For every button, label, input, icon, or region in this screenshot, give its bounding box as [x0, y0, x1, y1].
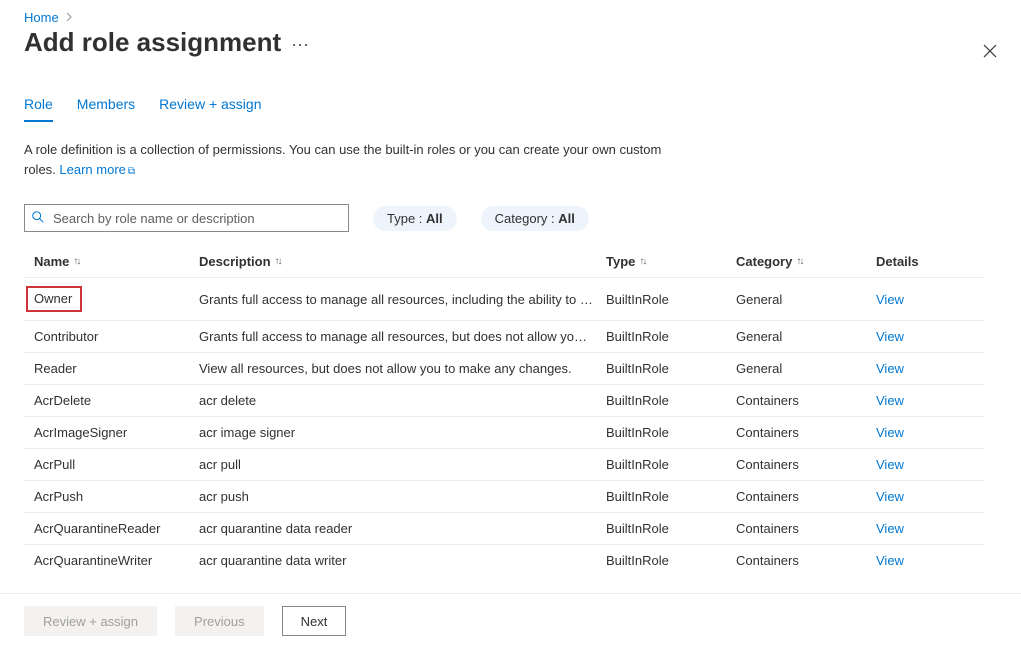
tabs: Role Members Review + assign [24, 90, 1017, 122]
role-description-cell: View all resources, but does not allow y… [199, 361, 606, 376]
role-type-cell: BuiltInRole [606, 292, 736, 307]
role-description-cell: acr pull [199, 457, 606, 472]
role-category-cell: General [736, 292, 876, 307]
breadcrumb: Home [24, 10, 997, 25]
table-row[interactable]: ContributorGrants full access to manage … [24, 320, 984, 352]
role-name-cell: AcrDelete [34, 393, 199, 408]
type-filter-pill[interactable]: Type : All [373, 206, 457, 231]
role-category-cell: Containers [736, 521, 876, 536]
sort-icon: ↑↓ [639, 256, 645, 267]
external-link-icon: ⧉ [128, 166, 135, 177]
role-category-cell: Containers [736, 393, 876, 408]
column-header-category[interactable]: Category↑↓ [736, 254, 876, 269]
role-category-cell: Containers [736, 489, 876, 504]
more-actions-icon[interactable]: ⋯ [291, 29, 310, 56]
sort-icon: ↑↓ [275, 256, 281, 267]
column-header-details: Details [876, 254, 976, 269]
table-row[interactable]: AcrQuarantineWriteracr quarantine data w… [24, 544, 984, 576]
table-row[interactable]: AcrPushacr pushBuiltInRoleContainersView [24, 480, 984, 512]
category-filter-pill[interactable]: Category : All [481, 206, 589, 231]
horizontal-scrollbar[interactable] [0, 648, 1021, 664]
search-input-wrapper [24, 204, 349, 232]
footer-actions: Review + assign Previous Next [0, 593, 1021, 648]
chevron-right-icon [65, 12, 73, 24]
role-category-cell: Containers [736, 553, 876, 568]
column-header-description[interactable]: Description↑↓ [199, 254, 606, 269]
search-input[interactable] [24, 204, 349, 232]
review-assign-button: Review + assign [24, 606, 157, 636]
tab-role[interactable]: Role [24, 90, 53, 122]
sort-icon: ↑↓ [73, 256, 79, 267]
table-header: Name↑↓ Description↑↓ Type↑↓ Category↑↓ D… [24, 246, 984, 277]
table-row[interactable]: AcrDeleteacr deleteBuiltInRoleContainers… [24, 384, 984, 416]
view-details-link[interactable]: View [876, 329, 904, 344]
previous-button: Previous [175, 606, 264, 636]
role-description-cell: acr quarantine data writer [199, 553, 606, 568]
role-name-cell: AcrImageSigner [34, 425, 199, 440]
role-type-cell: BuiltInRole [606, 553, 736, 568]
table-row[interactable]: AcrImageSigneracr image signerBuiltInRol… [24, 416, 984, 448]
role-category-cell: Containers [736, 457, 876, 472]
view-details-link[interactable]: View [876, 393, 904, 408]
view-details-link[interactable]: View [876, 457, 904, 472]
table-row[interactable]: OwnerGrants full access to manage all re… [24, 277, 984, 320]
role-category-cell: General [736, 361, 876, 376]
role-type-cell: BuiltInRole [606, 521, 736, 536]
role-type-cell: BuiltInRole [606, 393, 736, 408]
role-description-cell: Grants full access to manage all resourc… [199, 329, 606, 344]
search-icon [31, 210, 45, 227]
role-description-cell: acr push [199, 489, 606, 504]
view-details-link[interactable]: View [876, 521, 904, 536]
role-type-cell: BuiltInRole [606, 425, 736, 440]
role-name-cell: Owner [34, 286, 199, 312]
view-details-link[interactable]: View [876, 292, 904, 307]
sort-icon: ↑↓ [796, 256, 802, 267]
table-row[interactable]: ReaderView all resources, but does not a… [24, 352, 984, 384]
role-description-cell: acr delete [199, 393, 606, 408]
role-description-cell: acr image signer [199, 425, 606, 440]
role-type-cell: BuiltInRole [606, 489, 736, 504]
role-name-cell: AcrQuarantineReader [34, 521, 199, 536]
table-row[interactable]: AcrPullacr pullBuiltInRoleContainersView [24, 448, 984, 480]
breadcrumb-home-link[interactable]: Home [24, 10, 59, 25]
view-details-link[interactable]: View [876, 425, 904, 440]
table-row[interactable]: AcrQuarantineReaderacr quarantine data r… [24, 512, 984, 544]
column-header-type[interactable]: Type↑↓ [606, 254, 736, 269]
roles-table: Name↑↓ Description↑↓ Type↑↓ Category↑↓ D… [24, 246, 984, 576]
learn-more-link[interactable]: Learn more⧉ [59, 162, 135, 177]
column-header-name[interactable]: Name↑↓ [34, 254, 199, 269]
role-type-cell: BuiltInRole [606, 329, 736, 344]
view-details-link[interactable]: View [876, 361, 904, 376]
role-description-cell: Grants full access to manage all resourc… [199, 292, 606, 307]
next-button[interactable]: Next [282, 606, 347, 636]
role-type-cell: BuiltInRole [606, 457, 736, 472]
role-name-cell: Reader [34, 361, 199, 376]
tab-review-assign[interactable]: Review + assign [159, 90, 261, 122]
role-type-cell: BuiltInRole [606, 361, 736, 376]
role-category-cell: General [736, 329, 876, 344]
view-details-link[interactable]: View [876, 489, 904, 504]
role-name-cell: AcrPull [34, 457, 199, 472]
content-scroll-area[interactable]: Role Members Review + assign A role defi… [0, 58, 1021, 593]
highlight-box: Owner [26, 286, 82, 312]
intro-text: A role definition is a collection of per… [24, 140, 664, 182]
role-name-cell: Contributor [34, 329, 199, 344]
tab-members[interactable]: Members [77, 90, 135, 122]
close-icon [983, 44, 997, 58]
role-description-cell: acr quarantine data reader [199, 521, 606, 536]
role-category-cell: Containers [736, 425, 876, 440]
role-name-cell: AcrQuarantineWriter [34, 553, 199, 568]
view-details-link[interactable]: View [876, 553, 904, 568]
page-title: Add role assignment [24, 27, 281, 58]
role-name-cell: AcrPush [34, 489, 199, 504]
